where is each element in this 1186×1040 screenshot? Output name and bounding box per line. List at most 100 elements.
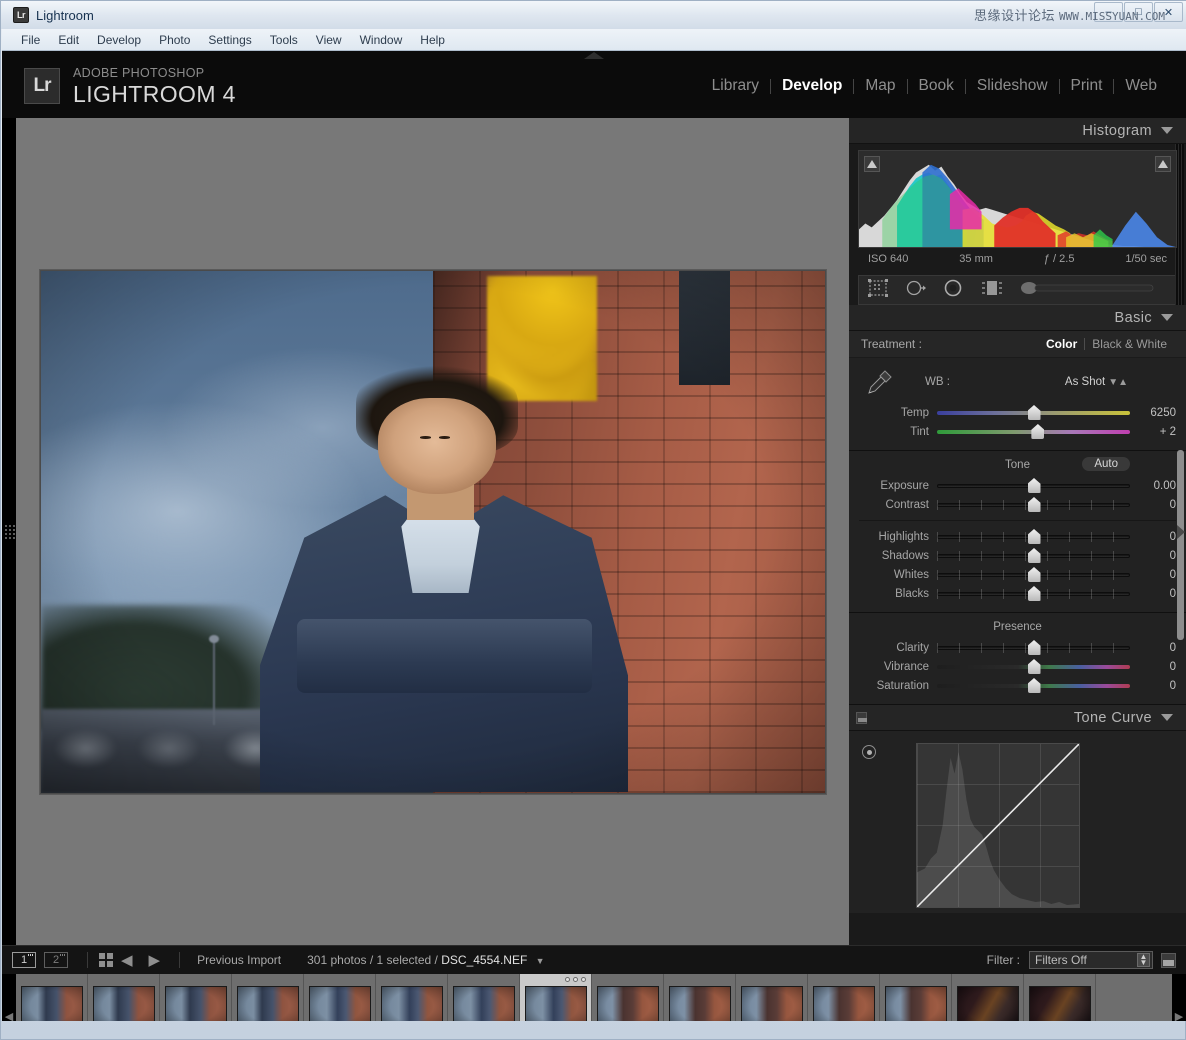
main-photo[interactable] [40, 270, 826, 794]
filter-spinner-icon[interactable]: ▲▼ [1137, 953, 1150, 967]
slider-track[interactable] [937, 679, 1130, 692]
wb-value[interactable]: As Shot▼▲ [1065, 376, 1128, 388]
menu-view[interactable]: View [307, 31, 351, 49]
thumbnail-image[interactable] [237, 986, 299, 1021]
chevron-down-icon[interactable] [1161, 127, 1173, 134]
treatment-option-color[interactable]: Color [1039, 337, 1084, 351]
menu-edit[interactable]: Edit [49, 31, 88, 49]
grid-view-icon[interactable] [99, 953, 113, 967]
slider-knob[interactable] [1028, 478, 1041, 493]
treatment-option-black-and-white[interactable]: Black & White [1085, 337, 1174, 351]
slider-value[interactable]: 0 [1130, 642, 1176, 654]
tone-curve-panel-header[interactable]: Tone Curve [849, 705, 1186, 731]
module-print[interactable]: Print [1060, 77, 1114, 95]
auto-tone-button[interactable]: Auto [1082, 457, 1130, 471]
slider-knob[interactable] [1031, 424, 1044, 439]
adjustment-brush-tool-icon[interactable] [1019, 279, 1168, 302]
filmstrip-track[interactable]: ★★★★★★★★ [16, 974, 1172, 1021]
menu-window[interactable]: Window [351, 31, 412, 49]
red-eye-tool-icon[interactable] [943, 279, 965, 302]
filmstrip-thumbnail[interactable] [232, 974, 304, 1021]
basic-panel-header[interactable]: Basic [849, 305, 1186, 331]
menu-settings[interactable]: Settings [199, 31, 260, 49]
screen-1-button[interactable]: 1 [12, 952, 36, 968]
menu-photo[interactable]: Photo [150, 31, 199, 49]
thumbnail-image[interactable] [21, 986, 83, 1021]
thumbnail-image[interactable] [669, 986, 731, 1021]
histogram-graph[interactable] [858, 150, 1177, 248]
slider-knob[interactable] [1028, 678, 1041, 693]
slider-track[interactable] [937, 660, 1130, 673]
slider-value[interactable]: 0 [1130, 588, 1176, 600]
spot-removal-tool-icon[interactable] [905, 279, 927, 302]
slider-value[interactable]: 0 [1130, 680, 1176, 692]
menu-tools[interactable]: Tools [261, 31, 307, 49]
slider-highlights[interactable]: Highlights 0 [859, 527, 1176, 546]
targeted-adjustment-tool-icon[interactable] [862, 745, 876, 759]
close-button[interactable]: ✕ [1154, 2, 1183, 22]
module-library[interactable]: Library [701, 77, 770, 95]
filmstrip-thumbnail[interactable] [16, 974, 88, 1021]
slider-value[interactable]: 0.00 [1130, 480, 1176, 492]
slider-value[interactable]: 0 [1130, 661, 1176, 673]
thumbnail-image[interactable] [597, 986, 659, 1021]
slider-value[interactable]: 0 [1130, 499, 1176, 511]
crop-overlay-tool-icon[interactable] [867, 279, 889, 302]
right-panel-collapse-arrow[interactable] [1177, 525, 1185, 539]
filmstrip-next-arrow[interactable]: ▶ [1172, 974, 1186, 1021]
slider-vibrance[interactable]: Vibrance 0 [859, 657, 1176, 676]
slider-whites[interactable]: Whites 0 [859, 565, 1176, 584]
filter-enable-switch[interactable] [1161, 953, 1176, 968]
left-panel-handle-icon[interactable] [5, 525, 13, 539]
menu-develop[interactable]: Develop [88, 31, 150, 49]
filmstrip-thumbnail[interactable] [1024, 974, 1096, 1021]
filmstrip-thumbnail[interactable] [736, 974, 808, 1021]
slider-value[interactable]: 0 [1130, 531, 1176, 543]
thumbnail-image[interactable] [309, 986, 371, 1021]
thumbnail-image[interactable] [741, 986, 803, 1021]
filmstrip-thumbnail[interactable] [664, 974, 736, 1021]
top-panel-collapse-arrow[interactable] [584, 52, 604, 59]
slider-temp[interactable]: Temp 6250 [859, 403, 1176, 422]
chevron-down-icon[interactable] [1161, 314, 1173, 321]
minimize-button[interactable]: – [1094, 2, 1123, 22]
source-label[interactable]: Previous Import [197, 953, 281, 967]
filter-select[interactable]: Filters Off ▲▼ [1029, 951, 1153, 969]
chevron-down-icon[interactable] [1161, 714, 1173, 721]
thumbnail-image[interactable] [885, 986, 947, 1021]
filmstrip-thumbnail[interactable] [376, 974, 448, 1021]
slider-value[interactable]: 0 [1130, 550, 1176, 562]
slider-value[interactable]: 0 [1130, 569, 1176, 581]
thumbnail-image[interactable] [813, 986, 875, 1021]
photo-viewer[interactable] [16, 118, 849, 945]
tone-curve-switch-icon[interactable] [856, 712, 867, 724]
slider-track[interactable] [937, 425, 1130, 438]
slider-track[interactable] [937, 530, 1130, 543]
slider-saturation[interactable]: Saturation 0 [859, 676, 1176, 695]
slider-blacks[interactable]: Blacks 0 [859, 584, 1176, 603]
tone-curve-line[interactable] [917, 744, 1079, 907]
slider-shadows[interactable]: Shadows 0 [859, 546, 1176, 565]
module-develop[interactable]: Develop [771, 77, 853, 95]
menu-file[interactable]: File [12, 31, 49, 49]
slider-exposure[interactable]: Exposure 0.00 [859, 476, 1176, 495]
slider-track[interactable] [937, 568, 1130, 581]
thumbnail-image[interactable] [381, 986, 443, 1021]
module-book[interactable]: Book [908, 77, 965, 95]
graduated-filter-tool-icon[interactable] [981, 279, 1003, 302]
filmstrip-prev-arrow[interactable]: ◀ [2, 974, 16, 1021]
filmstrip-thumbnail[interactable] [304, 974, 376, 1021]
left-panel-collapsed[interactable] [2, 118, 16, 945]
histogram-panel-header[interactable]: Histogram [849, 118, 1186, 144]
slider-value[interactable]: 6250 [1130, 407, 1176, 419]
filmstrip-thumbnail[interactable] [880, 974, 952, 1021]
slider-clarity[interactable]: Clarity 0 [859, 638, 1176, 657]
wb-spinner-icon[interactable]: ▼▲ [1108, 377, 1128, 388]
slider-tint[interactable]: Tint + 2 [859, 422, 1176, 441]
go-forward-arrow-icon[interactable]: ▶ [149, 951, 161, 969]
thumbnail-image[interactable] [93, 986, 155, 1021]
slider-track[interactable] [937, 549, 1130, 562]
slider-knob[interactable] [1028, 659, 1041, 674]
slider-value[interactable]: + 2 [1130, 426, 1176, 438]
slider-contrast[interactable]: Contrast 0 [859, 495, 1176, 514]
